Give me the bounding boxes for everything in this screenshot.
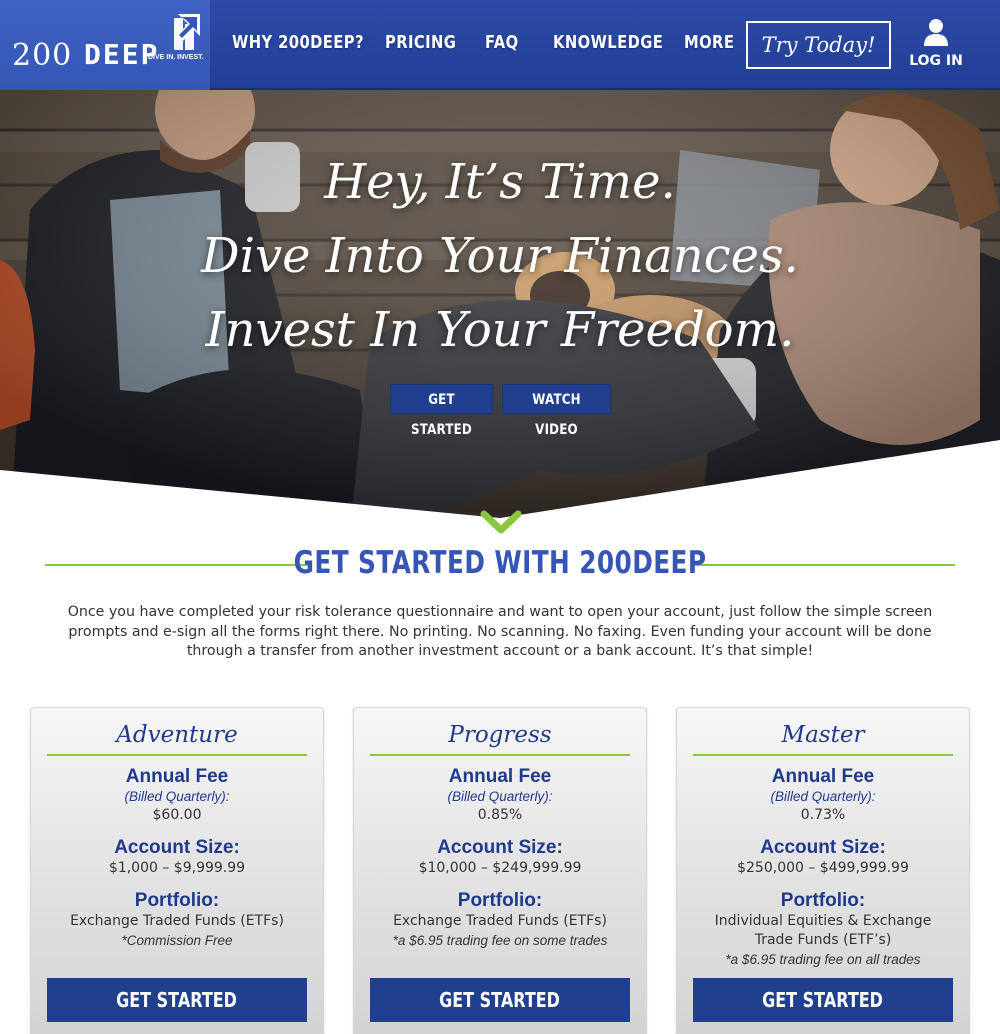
portfolio-heading: Portfolio: bbox=[134, 890, 220, 911]
button-label: GET STARTED bbox=[439, 988, 561, 1012]
plan-divider bbox=[47, 754, 307, 756]
section-intro: Once you have completed your risk tolera… bbox=[67, 604, 933, 659]
size-heading: Account Size: bbox=[760, 837, 886, 858]
portfolio-heading: Portfolio: bbox=[457, 890, 543, 911]
login-link[interactable]: LOG IN bbox=[906, 18, 966, 69]
section-title-row: GET STARTED WITH 200DEEP bbox=[0, 540, 1000, 590]
fee-value: 0.73% bbox=[800, 807, 846, 823]
hero-headline-1: Hey, It’s Time. bbox=[324, 154, 676, 210]
hero-banner: Hey, It’s Time. Dive Into Your Finances.… bbox=[0, 90, 1000, 530]
section-title: GET STARTED WITH 200DEEP bbox=[0, 545, 1000, 581]
size-value: $250,000 – $499,999.99 bbox=[737, 860, 909, 876]
button-label: GET STARTED bbox=[762, 988, 884, 1012]
size-value: $10,000 – $249,999.99 bbox=[418, 860, 582, 876]
nav-pricing[interactable]: PRICING bbox=[385, 32, 456, 53]
adventure-get-started-button[interactable]: GET STARTED bbox=[47, 978, 307, 1022]
portfolio-value: Exchange Traded Funds (ETFs) bbox=[393, 913, 607, 929]
plan-card-progress: Progress Annual Fee (Billed Quarterly): … bbox=[353, 707, 647, 1034]
nav-knowledge[interactable]: KNOWLEDGE bbox=[553, 32, 663, 53]
fee-heading: Annual Fee bbox=[125, 766, 229, 787]
fee-value: 0.85% bbox=[477, 807, 523, 823]
portfolio-note: *a $6.95 trading fee on some trades bbox=[392, 933, 608, 948]
portfolio-value: Exchange Traded Funds (ETFs) bbox=[70, 913, 284, 929]
plan-divider bbox=[370, 754, 630, 756]
hero-get-started-label: GET STARTED bbox=[411, 392, 472, 438]
try-today-button[interactable]: Try Today! bbox=[746, 21, 891, 69]
hero-headline-3: Invest In Your Freedom. bbox=[205, 302, 795, 358]
hero-get-started-button[interactable]: GET STARTED bbox=[390, 384, 493, 438]
login-label: LOG IN bbox=[909, 53, 963, 69]
fee-note: (Billed Quarterly): bbox=[124, 789, 230, 804]
plan-name: Adventure bbox=[116, 722, 238, 748]
user-icon bbox=[924, 19, 948, 46]
fee-note: (Billed Quarterly): bbox=[447, 789, 553, 804]
portfolio-heading: Portfolio: bbox=[780, 890, 866, 911]
site-header: 200 DEEP DIVE IN. INVEST. WHY 200DEEP? P… bbox=[0, 0, 1000, 90]
fee-heading: Annual Fee bbox=[771, 766, 875, 787]
plan-name: Progress bbox=[448, 722, 552, 748]
size-heading: Account Size: bbox=[114, 837, 240, 858]
portfolio-note: *Commission Free bbox=[121, 933, 233, 948]
master-get-started-button[interactable]: GET STARTED bbox=[693, 978, 953, 1022]
fee-note: (Billed Quarterly): bbox=[770, 789, 876, 804]
chevron-down-icon bbox=[480, 510, 522, 534]
plan-details: Annual Fee (Billed Quarterly): $60.00 Ac… bbox=[31, 766, 323, 950]
logo-tagline: DIVE IN. INVEST. bbox=[148, 54, 204, 61]
nav-faq[interactable]: FAQ bbox=[485, 32, 519, 53]
fee-heading: Annual Fee bbox=[448, 766, 552, 787]
plan-name: Master bbox=[781, 722, 865, 748]
fee-value: $60.00 bbox=[152, 807, 202, 823]
hero-watch-video-button[interactable]: WATCH VIDEO bbox=[502, 384, 611, 438]
progress-get-started-button[interactable]: GET STARTED bbox=[370, 978, 630, 1022]
logo[interactable]: 200 DEEP DIVE IN. INVEST. bbox=[0, 0, 210, 90]
plan-details: Annual Fee (Billed Quarterly): 0.85% Acc… bbox=[354, 766, 646, 950]
nav-more[interactable]: MORE bbox=[684, 32, 734, 53]
plan-card-master: Master Annual Fee (Billed Quarterly): 0.… bbox=[676, 707, 970, 1034]
button-label: GET STARTED bbox=[116, 988, 238, 1012]
portfolio-value: Individual Equities & Exchange Trade Fun… bbox=[714, 913, 932, 948]
nav-why-200deep[interactable]: WHY 200DEEP? bbox=[232, 32, 364, 53]
logo-number: 200 bbox=[12, 38, 73, 73]
hero-watch-video-label: WATCH VIDEO bbox=[532, 392, 581, 438]
plan-card-adventure: Adventure Annual Fee (Billed Quarterly):… bbox=[30, 707, 324, 1034]
hero-headline-2: Dive Into Your Finances. bbox=[201, 228, 799, 284]
size-heading: Account Size: bbox=[437, 837, 563, 858]
logo-arrow-icon bbox=[174, 14, 200, 50]
plan-divider bbox=[693, 754, 953, 756]
size-value: $1,000 – $9,999.99 bbox=[108, 860, 246, 876]
section-title-text: GET STARTED WITH 200DEEP bbox=[293, 545, 707, 581]
portfolio-note: *a $6.95 trading fee on all trades bbox=[725, 952, 921, 967]
plan-details: Annual Fee (Billed Quarterly): 0.73% Acc… bbox=[677, 766, 969, 969]
